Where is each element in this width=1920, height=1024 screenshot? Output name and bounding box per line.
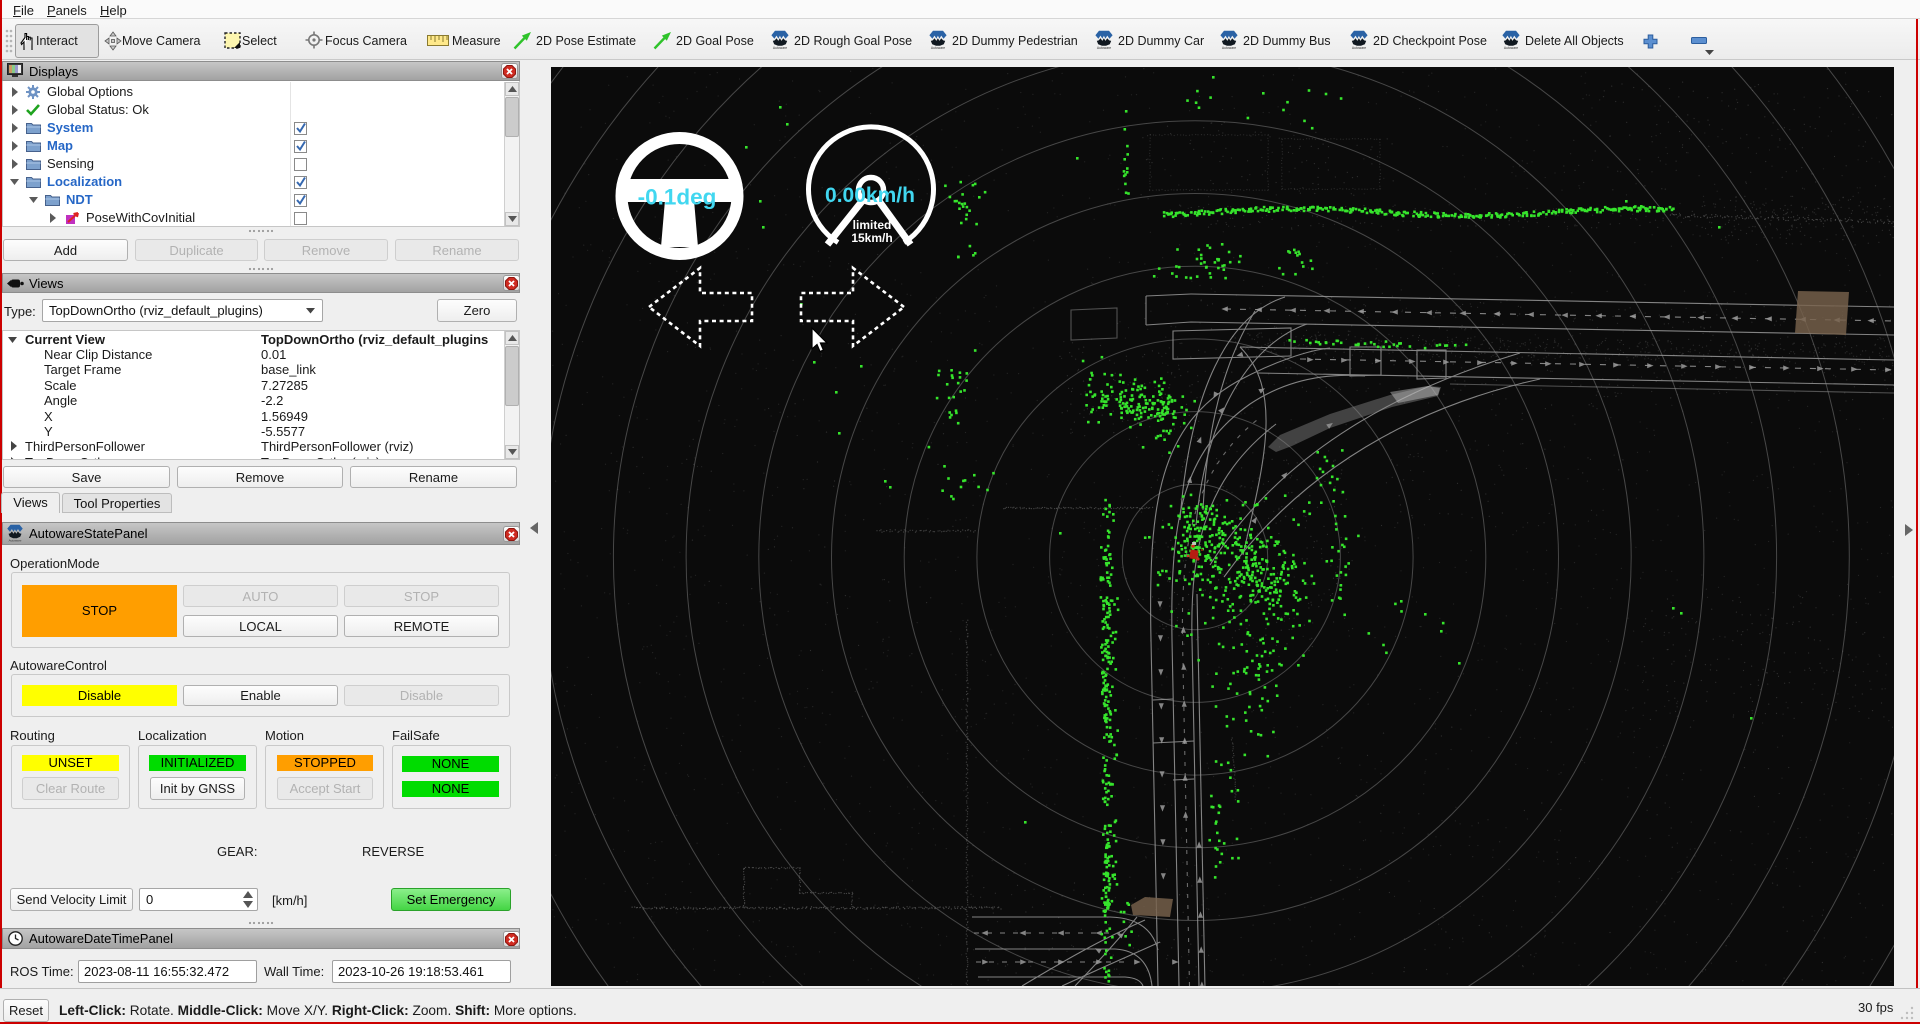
svg-text:Autoware: Autoware xyxy=(1352,46,1366,50)
svg-text:Autoware: Autoware xyxy=(9,538,22,542)
svg-text:Autoware: Autoware xyxy=(931,46,945,50)
svg-text:Autoware: Autoware xyxy=(1504,46,1518,50)
svg-text:Autoware: Autoware xyxy=(1222,46,1236,50)
svg-text:Autoware: Autoware xyxy=(773,46,787,50)
svg-text:Autoware: Autoware xyxy=(1097,46,1111,50)
